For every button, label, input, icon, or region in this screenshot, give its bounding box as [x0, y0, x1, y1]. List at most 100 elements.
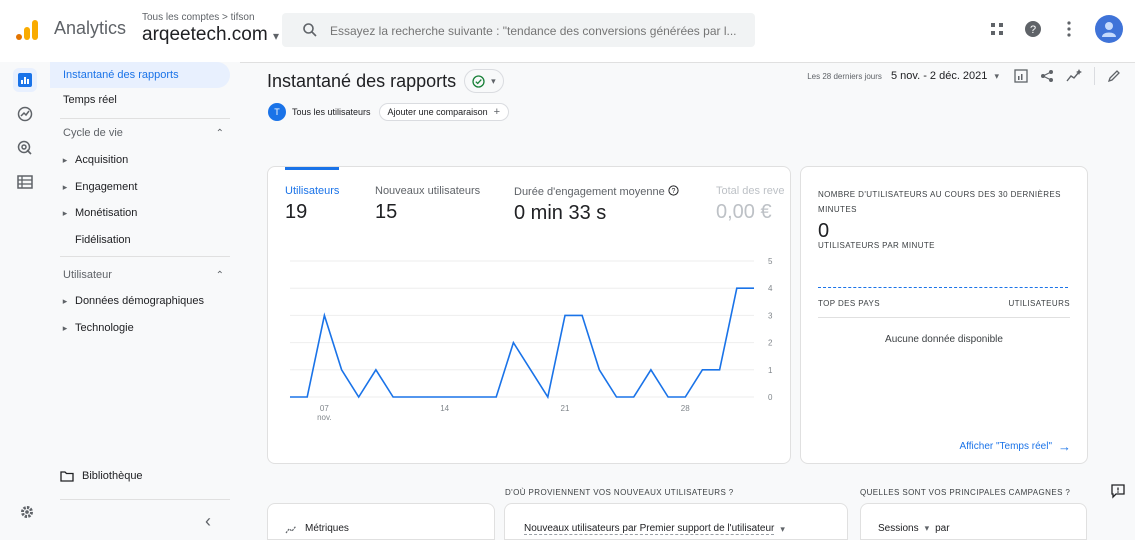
metric-label: Nouveaux utilisateurs — [375, 185, 480, 197]
view-realtime-label: Afficher "Temps réel" — [959, 441, 1052, 452]
sidebar-item-engagement[interactable]: ▸ Engagement — [50, 174, 239, 200]
apps-grid-icon[interactable] — [987, 19, 1007, 39]
users-line-chart: 01234507nov.142128 — [284, 253, 784, 428]
realtime-subtitle: UTILISATEURS PAR MINUTE — [818, 241, 935, 250]
sidebar-item-label: Engagement — [75, 181, 137, 193]
metrics-card-label: Métriques — [305, 523, 349, 534]
chevron-up-icon: ⌃ — [216, 128, 224, 139]
realtime-sparkline — [818, 287, 1068, 288]
sidebar-item-acquisition[interactable]: ▸ Acquisition — [50, 147, 239, 173]
search-input[interactable] — [328, 20, 747, 42]
add-comparison-button[interactable]: Ajouter une comparaison + — [379, 103, 510, 121]
x-tick-sublabel: nov. — [317, 413, 332, 422]
sidebar-item-label: Données démographiques — [75, 295, 204, 307]
breadcrumb: Tous les comptes > tifson — [142, 12, 279, 23]
campaigns-metric-picker[interactable]: Sessions ▾ par — [878, 523, 950, 534]
realtime-table-divider — [818, 317, 1070, 318]
sidebar-item-label: Instantané des rapports — [63, 69, 179, 81]
y-tick-label: 0 — [768, 393, 773, 402]
sidebar-item-realtime[interactable]: Temps réel — [50, 87, 243, 113]
advertising-icon[interactable] — [13, 136, 37, 160]
sidebar-item-demographics[interactable]: ▸ Données démographiques — [50, 288, 239, 314]
metric-label-row: Durée d'engagement moyenne ? — [514, 185, 679, 198]
chevron-right-icon: ▸ — [59, 296, 71, 307]
account-icon[interactable] — [1095, 15, 1123, 43]
section-heading-campaigns: QUELLES SONT VOS PRINCIPALES CAMPAGNES ? — [860, 488, 1070, 497]
realtime-value: 0 — [818, 220, 829, 243]
metric-value: 0,00 € — [716, 201, 790, 224]
reports-icon[interactable] — [13, 68, 37, 92]
realtime-title: NOMBRE D'UTILISATEURS AU COURS DES 30 DE… — [818, 187, 1072, 217]
y-tick-label: 5 — [768, 257, 773, 266]
property-label: arqeetech.com — [142, 24, 268, 45]
svg-text:?: ? — [1030, 24, 1036, 36]
chevron-right-icon: ▸ — [59, 208, 71, 219]
edit-icon[interactable] — [1107, 69, 1121, 83]
view-realtime-link[interactable]: Afficher "Temps réel" → — [959, 439, 1071, 454]
metric-value: 19 — [285, 201, 339, 224]
chevron-up-icon: ⌃ — [216, 270, 224, 281]
metric-value: 15 — [375, 201, 480, 224]
section-heading-new-users: D'OÙ PROVIENNENT VOS NOUVEAUX UTILISATEU… — [505, 488, 734, 497]
add-comparison-label: Ajouter une comparaison — [388, 107, 488, 117]
settings-icon[interactable] — [20, 505, 34, 524]
sidebar-section-lifecycle[interactable]: Cycle de vie ⌃ — [50, 120, 230, 146]
metric-tab-engagement[interactable]: Durée d'engagement moyenne ? 0 min 33 s — [514, 185, 679, 225]
sidebar-item-library[interactable]: Bibliothèque — [60, 470, 143, 482]
help-icon[interactable]: ? — [1023, 19, 1043, 39]
x-tick-label: 14 — [440, 404, 449, 413]
share-icon[interactable] — [1040, 69, 1054, 83]
feedback-icon[interactable] — [1110, 483, 1126, 504]
sidebar-item-label: Temps réel — [63, 94, 117, 106]
y-tick-label: 3 — [768, 311, 773, 320]
metric-label: Total des reve — [716, 185, 790, 197]
metrics-card-title[interactable]: Métriques — [285, 523, 349, 534]
metric-tab-revenue[interactable]: Total des reve 0,00 € — [716, 185, 790, 224]
collapse-sidebar-icon[interactable]: ‹ — [205, 511, 211, 532]
column-users: UTILISATEURS — [1008, 299, 1070, 308]
comparison-chip-all-users[interactable]: T Tous les utilisateurs — [268, 103, 371, 121]
chevron-right-icon: ▸ — [59, 182, 71, 193]
app-name: Analytics — [54, 18, 126, 39]
new-users-dimension-picker[interactable]: Nouveaux utilisateurs par Premier suppor… — [524, 523, 785, 535]
y-tick-label: 1 — [768, 366, 773, 375]
metrics-card: Métriques — [267, 503, 495, 540]
campaigns-card-suffix: par — [935, 523, 949, 534]
customize-report-icon[interactable] — [1014, 69, 1028, 83]
sidebar-item-retention[interactable]: Fidélisation — [50, 227, 255, 253]
comparison-label: Tous les utilisateurs — [292, 107, 371, 117]
nav-divider — [60, 256, 230, 257]
insights-icon — [285, 524, 299, 534]
search-bar[interactable] — [282, 13, 755, 47]
svg-text:?: ? — [671, 188, 675, 195]
metric-tab-users[interactable]: Utilisateurs 19 — [285, 185, 339, 224]
date-range-picker[interactable]: Les 28 derniers jours 5 nov. - 2 déc. 20… — [807, 70, 999, 82]
x-tick-label: 28 — [681, 404, 690, 413]
sidebar-section-label: Utilisateur — [63, 269, 112, 281]
metric-tab-new-users[interactable]: Nouveaux utilisateurs 15 — [375, 185, 480, 224]
metric-label: Utilisateurs — [285, 185, 339, 197]
realtime-empty-message: Aucune donnée disponible — [801, 334, 1087, 345]
logo-bars-icon[interactable] — [14, 18, 40, 42]
account-selector[interactable]: Tous les comptes > tifson arqeetech.com … — [142, 12, 279, 46]
campaigns-card: Sessions ▾ par — [860, 503, 1087, 540]
x-tick-label: 21 — [561, 404, 570, 413]
property-name[interactable]: arqeetech.com ▾ — [142, 24, 279, 46]
sidebar-section-user[interactable]: Utilisateur ⌃ — [50, 262, 230, 288]
nav-divider — [60, 499, 230, 500]
sidebar-nav: Instantané des rapports Temps réel Cycle… — [50, 62, 240, 538]
sidebar-item-technology[interactable]: ▸ Technologie — [50, 315, 239, 341]
help-icon[interactable]: ? — [668, 185, 679, 196]
more-vert-icon[interactable] — [1059, 19, 1079, 39]
chevron-down-icon: ▾ — [925, 523, 930, 534]
sidebar-item-label: Acquisition — [75, 154, 128, 166]
folder-icon — [60, 470, 74, 482]
configure-icon[interactable] — [13, 170, 37, 194]
page-actions — [1014, 67, 1121, 85]
report-status-button[interactable]: ▾ — [464, 69, 504, 93]
sidebar-item-monetization[interactable]: ▸ Monétisation — [50, 200, 239, 226]
explore-icon[interactable] — [13, 102, 37, 126]
insights-icon[interactable] — [1066, 69, 1082, 83]
sidebar-item-label: Monétisation — [75, 207, 137, 219]
sidebar-item-snapshot[interactable]: Instantané des rapports — [50, 62, 230, 88]
